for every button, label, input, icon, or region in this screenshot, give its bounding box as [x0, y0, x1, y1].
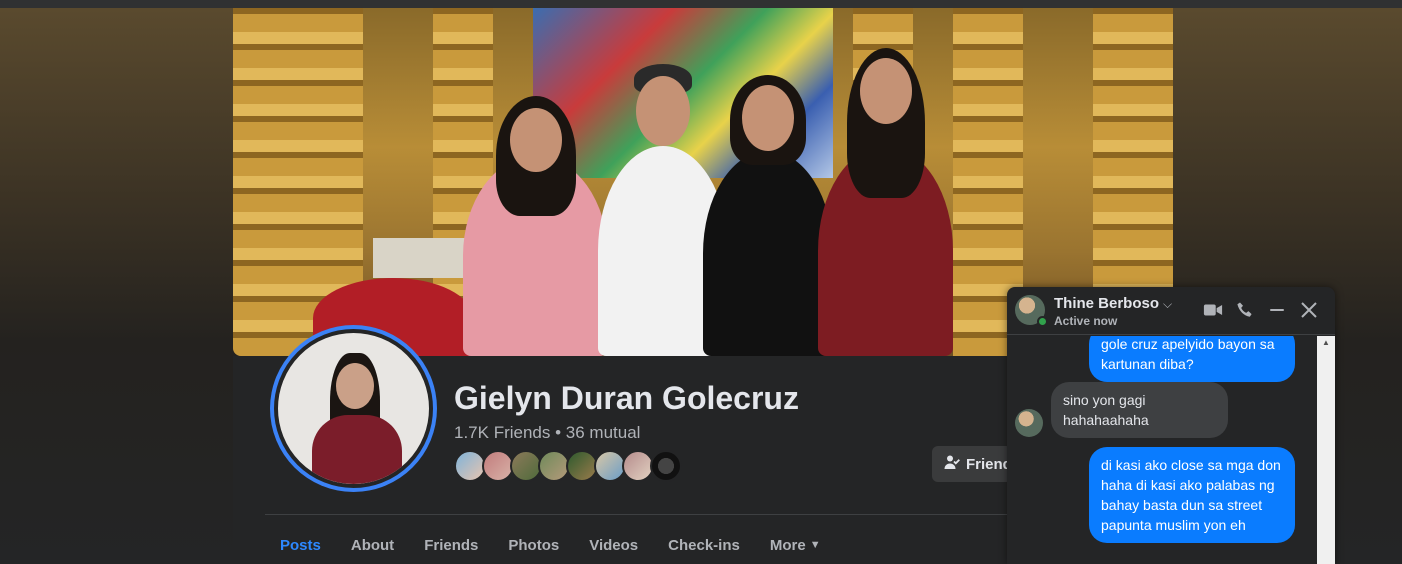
tab-about[interactable]: About [336, 527, 409, 564]
close-icon[interactable] [1299, 299, 1319, 321]
person-figure [703, 75, 833, 356]
friends-button-label: Friends [966, 455, 1012, 473]
outgoing-message[interactable]: di kasi ako close sa mga don haha di kas… [1089, 447, 1295, 543]
altar-column [233, 8, 303, 356]
person-figure [463, 96, 608, 356]
avatar-photo [274, 329, 433, 488]
chat-contact-name-text: Thine Berboso [1054, 295, 1160, 312]
online-status-dot [1037, 316, 1048, 327]
friend-avatar[interactable] [650, 450, 682, 482]
phone-icon[interactable] [1235, 299, 1255, 321]
caret-down-icon: ▼ [809, 539, 821, 551]
friends-button[interactable]: Friends [932, 446, 1012, 482]
tab-more[interactable]: More ▼ [755, 527, 836, 564]
chat-scrollbar[interactable]: ▲ [1317, 336, 1335, 564]
tab-posts[interactable]: Posts [265, 527, 336, 564]
scrollbar-track [1321, 354, 1331, 564]
tab-check-ins[interactable]: Check-ins [653, 527, 755, 564]
tab-videos[interactable]: Videos [574, 527, 653, 564]
user-check-icon [944, 454, 960, 474]
chat-window: Thine Berboso ⌵ Active now gole cruz apel… [1007, 287, 1335, 564]
tab-friends[interactable]: Friends [409, 527, 493, 564]
profile-tabs: Posts About Friends Photos Videos Check-… [265, 527, 836, 564]
browser-top-strip [0, 0, 1402, 8]
tabs-divider [265, 514, 1007, 515]
friends-count-link[interactable]: 1.7K Friends • 36 mutual [454, 423, 640, 443]
minimize-icon[interactable] [1267, 299, 1287, 321]
chat-contact-status: Active now [1054, 314, 1118, 328]
chat-header[interactable]: Thine Berboso ⌵ Active now [1007, 287, 1335, 335]
profile-name: Gielyn Duran Golecruz [454, 380, 799, 416]
chat-messages[interactable]: gole cruz apelyido bayon sa kartunan dib… [1007, 336, 1317, 564]
chat-contact-name[interactable]: Thine Berboso ⌵ [1054, 295, 1172, 312]
chevron-down-icon: ⌵ [1163, 297, 1173, 311]
tab-photos[interactable]: Photos [493, 527, 574, 564]
message-sender-avatar[interactable] [1015, 409, 1043, 437]
outgoing-message[interactable]: gole cruz apelyido bayon sa kartunan dib… [1089, 336, 1295, 382]
profile-avatar[interactable] [270, 325, 437, 492]
video-call-icon[interactable] [1203, 299, 1223, 321]
incoming-message[interactable]: sino yon gagi hahahaahaha [1051, 382, 1228, 438]
tab-more-label: More [769, 537, 806, 554]
mutual-friends-avatars [454, 450, 694, 482]
scroll-up-arrow-icon[interactable]: ▲ [1317, 338, 1335, 347]
chat-actions [1203, 299, 1319, 321]
person-figure [818, 48, 953, 356]
